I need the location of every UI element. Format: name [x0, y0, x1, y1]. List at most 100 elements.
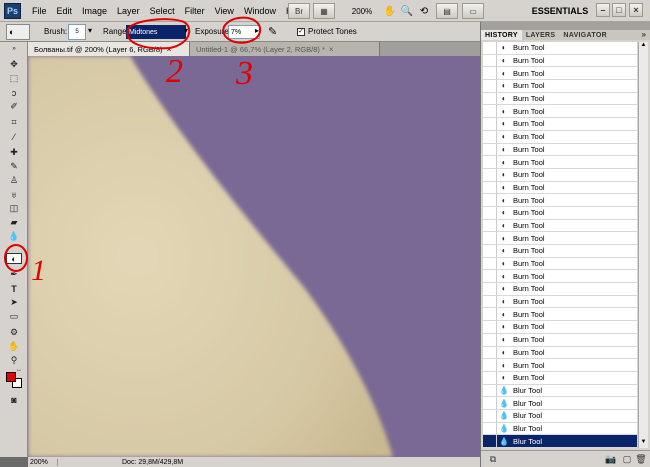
move-tool-icon[interactable]: ✥ [6, 59, 22, 70]
history-source-checkbox[interactable] [483, 435, 497, 447]
airbrush-icon[interactable]: ✎ [268, 25, 277, 38]
zoom-icon[interactable]: 🔍 [400, 3, 414, 19]
history-source-checkbox[interactable] [483, 54, 497, 67]
history-source-checkbox[interactable] [483, 283, 497, 295]
history-source-checkbox[interactable] [483, 67, 497, 80]
history-state[interactable]: ◐ Burn Tool [483, 232, 637, 245]
history-source-checkbox[interactable] [483, 194, 497, 206]
window-minimize-button[interactable]: – [596, 3, 610, 17]
history-source-checkbox[interactable] [483, 156, 497, 168]
menu-view[interactable]: View [210, 6, 239, 16]
history-source-checkbox[interactable] [483, 397, 497, 409]
tab-navigator[interactable]: NAVIGATOR [559, 30, 611, 40]
history-state[interactable]: ◐ Burn Tool [483, 67, 637, 81]
range-dropdown-icon[interactable]: ▾ [184, 26, 188, 35]
history-state[interactable]: ◐ Burn Tool [483, 118, 637, 131]
create-snapshot-icon[interactable]: 📷 [605, 454, 617, 465]
shape-tool-icon[interactable]: ▭ [6, 311, 22, 322]
history-state[interactable]: ◐ Burn Tool [483, 219, 637, 233]
history-source-checkbox[interactable] [483, 295, 497, 308]
history-state[interactable]: ◐ Burn Tool [483, 105, 637, 119]
history-source-checkbox[interactable] [483, 105, 497, 118]
tab-close-icon[interactable]: × [329, 45, 334, 54]
type-tool-icon[interactable]: T [6, 283, 22, 294]
history-source-checkbox[interactable] [483, 130, 497, 143]
history-state[interactable]: 💧 Blur Tool [483, 384, 637, 398]
quick-selection-tool-icon[interactable]: ✐ [6, 101, 22, 112]
history-state[interactable]: ◐ Burn Tool [483, 143, 637, 157]
history-source-checkbox[interactable] [483, 409, 497, 422]
history-source-checkbox[interactable] [483, 245, 497, 257]
new-document-from-state-icon[interactable]: ⧉ [487, 454, 499, 465]
history-state[interactable]: ◐ Burn Tool [483, 321, 637, 334]
hand-icon[interactable]: ✋ [383, 3, 397, 19]
protect-tones-checkbox[interactable]: ✓ [297, 28, 305, 36]
hand-tool-icon[interactable]: ✋ [6, 341, 22, 352]
history-state[interactable]: ◐ Burn Tool [483, 194, 637, 207]
swap-colors-icon[interactable]: ↔ [15, 364, 23, 375]
range-select[interactable]: Midtones [126, 25, 186, 39]
history-source-checkbox[interactable] [483, 257, 497, 270]
history-state[interactable]: ◐ Burn Tool [483, 80, 637, 93]
history-source-checkbox[interactable] [483, 359, 497, 371]
crop-tool-icon[interactable]: ⌗ [6, 117, 22, 128]
history-state[interactable]: ◐ Burn Tool [483, 283, 637, 296]
history-state[interactable]: ◐ Burn Tool [483, 54, 637, 68]
history-state[interactable]: ◐ Burn Tool [483, 92, 637, 106]
lasso-tool-icon[interactable]: ↄ [6, 87, 22, 98]
history-state[interactable]: ◐ Burn Tool [483, 156, 637, 169]
gradient-tool-icon[interactable]: ▰ [6, 217, 22, 228]
burn-tool-icon[interactable]: ◐ [6, 253, 22, 264]
history-source-checkbox[interactable] [483, 206, 497, 219]
history-state[interactable]: ◐ Burn Tool [483, 257, 637, 271]
window-maximize-button[interactable]: □ [612, 3, 626, 17]
history-state[interactable]: ◐ Burn Tool [483, 270, 637, 284]
tab-close-icon[interactable]: × [167, 45, 172, 54]
zoom-level-display[interactable]: 200% [345, 3, 379, 19]
new-snapshot-icon[interactable]: ▢ [621, 454, 633, 465]
panel-title-strip[interactable] [481, 22, 650, 30]
window-close-button[interactable]: × [629, 3, 643, 17]
healing-brush-tool-icon[interactable]: ✚ [6, 147, 22, 158]
pen-tool-icon[interactable]: ✒ [6, 269, 22, 280]
screen-mode-icon[interactable]: ▭ [462, 3, 484, 19]
history-state[interactable]: 💧 Blur Tool [483, 422, 637, 436]
history-state[interactable]: ◐ Burn Tool [483, 371, 637, 385]
tab-layers[interactable]: LAYERS [522, 30, 560, 40]
arrange-documents-icon[interactable]: ▤ [436, 3, 458, 19]
history-state[interactable]: ◐ Burn Tool [483, 245, 637, 258]
history-state[interactable]: ◐ Burn Tool [483, 346, 637, 360]
quick-mask-icon[interactable]: ◙ [6, 394, 22, 405]
history-source-checkbox[interactable] [483, 384, 497, 397]
zoom-status[interactable]: 200% [28, 458, 58, 466]
foreground-color-swatch[interactable] [6, 372, 16, 382]
history-source-checkbox[interactable] [483, 168, 497, 181]
menu-filter[interactable]: Filter [180, 6, 210, 16]
history-state[interactable]: ◐ Burn Tool [483, 295, 637, 309]
delete-state-icon[interactable]: 🗑 [635, 454, 647, 465]
history-source-checkbox[interactable] [483, 118, 497, 130]
tab-history[interactable]: HISTORY [481, 30, 522, 40]
menu-window[interactable]: Window [239, 6, 281, 16]
history-source-checkbox[interactable] [483, 333, 497, 346]
history-state[interactable]: 💧 Blur Tool [483, 435, 637, 448]
brush-tool-icon[interactable]: ✎ [6, 161, 22, 172]
document-tab-active[interactable]: Болваны.tif @ 200% (Layer 6, RGB/8) × [28, 42, 190, 56]
history-state[interactable]: ◐ Burn Tool [483, 42, 637, 55]
history-source-checkbox[interactable] [483, 92, 497, 105]
document-tab-inactive[interactable]: Untitled-1 @ 66,7% (Layer 2, RGB/8) * × [190, 42, 380, 56]
toolbox-collapse-icon[interactable]: » [6, 46, 22, 52]
history-source-checkbox[interactable] [483, 181, 497, 194]
exposure-slider-icon[interactable]: ▸ [255, 26, 259, 35]
scroll-up-icon[interactable]: ▲ [639, 42, 648, 51]
history-source-checkbox[interactable] [483, 346, 497, 359]
history-source-checkbox[interactable] [483, 80, 497, 92]
history-source-checkbox[interactable] [483, 143, 497, 156]
scroll-down-icon[interactable]: ▼ [639, 439, 648, 448]
minibridge-icon[interactable]: ▦ [313, 3, 335, 19]
tool-preset-picker[interactable]: ◐ [6, 24, 30, 40]
history-state[interactable]: ◐ Burn Tool [483, 308, 637, 322]
history-source-checkbox[interactable] [483, 232, 497, 244]
eraser-tool-icon[interactable]: ◫ [6, 203, 22, 214]
clone-stamp-tool-icon[interactable]: ♙ [6, 175, 22, 186]
